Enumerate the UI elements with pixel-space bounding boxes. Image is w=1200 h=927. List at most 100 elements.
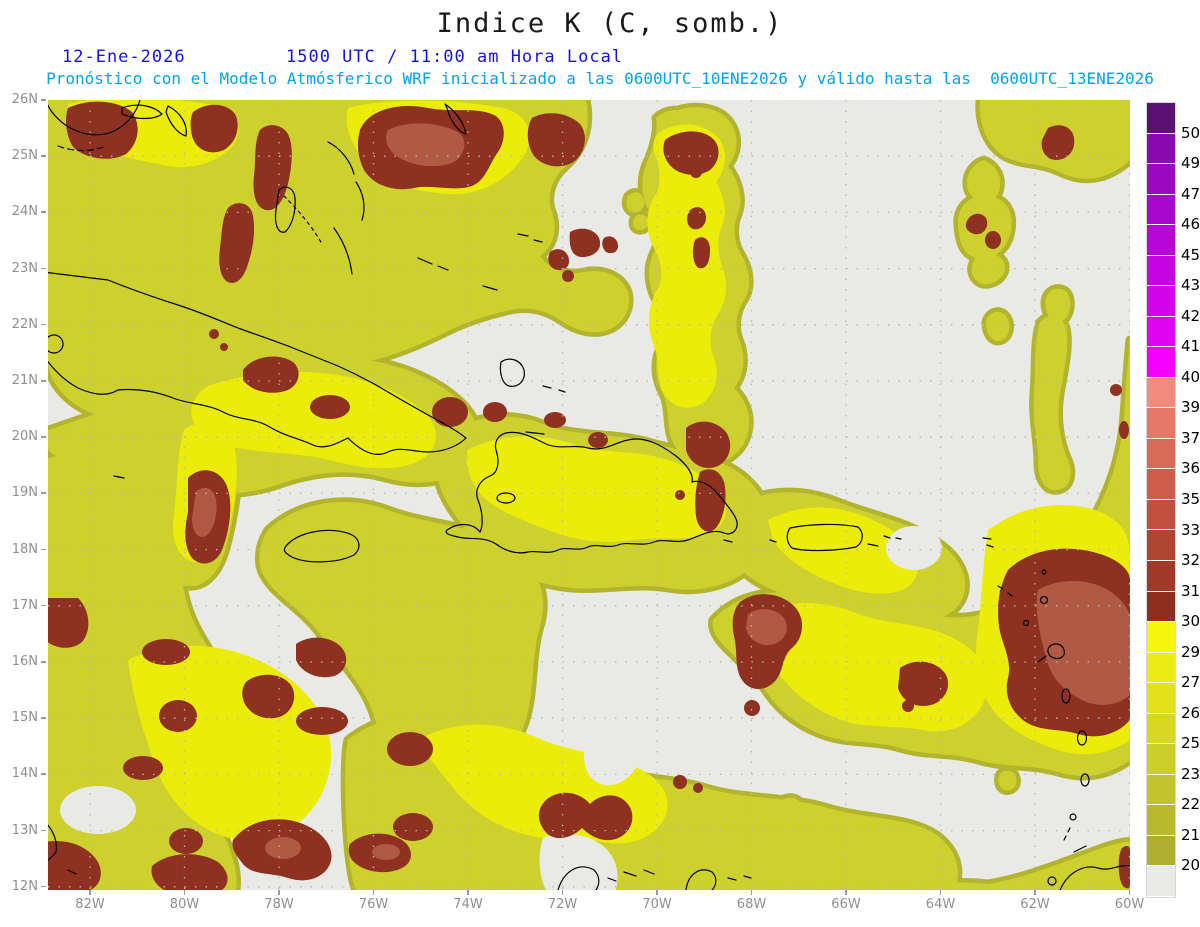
lon-axis-label: 80W <box>169 897 200 912</box>
lat-axis-label: 24N <box>11 204 38 220</box>
lat-axis-label: 25N <box>11 148 38 164</box>
colorbar-segment <box>1147 408 1175 439</box>
colorbar-value-label: 50 <box>1181 123 1200 142</box>
map-plot-area: Sisπ́ – ONAMET/REP.DOM. <box>48 100 1130 890</box>
lat-tick <box>41 548 46 551</box>
lat-axis-label: 14N <box>11 766 38 782</box>
lat-axis-label: 21N <box>11 373 38 388</box>
lat-tick <box>41 717 46 719</box>
valid-time-label: 1500 UTC / 11:00 am Hora Local <box>286 47 624 67</box>
colorbar-value-label: 42.6 <box>1181 306 1200 325</box>
colorbar-value-label: 37.8 <box>1181 428 1200 447</box>
lon-tick <box>656 890 658 895</box>
colorbar-value-label: 20 <box>1181 856 1200 875</box>
colorbar-segment <box>1147 225 1175 256</box>
colorbar-value-label: 30 <box>1181 612 1200 631</box>
colorbar-value-label: 21.3 <box>1181 825 1200 844</box>
lon-tick <box>467 890 469 895</box>
lon-axis-label: 66W <box>831 897 861 912</box>
lon-tick <box>1128 890 1131 895</box>
colorbar-segment <box>1147 713 1175 745</box>
colorbar-segment <box>1147 560 1175 592</box>
weather-map-page: Indice K (C, somb.) 12-Ene-2026 1500 UTC… <box>0 0 1200 927</box>
colorbar-segment <box>1147 103 1175 134</box>
lat-tick <box>41 380 46 382</box>
colorbar-segment <box>1147 805 1175 836</box>
colorbar-segment <box>1147 164 1175 195</box>
lon-axis-label: 64W <box>925 897 956 912</box>
lon-tick <box>372 890 375 895</box>
colorbar-segment <box>1147 469 1175 500</box>
colorbar-segment <box>1147 622 1175 653</box>
colorbar-value-label: 32.6 <box>1181 551 1200 570</box>
colorbar-value-label: 26.5 <box>1181 703 1200 722</box>
lat-axis-label: 15N <box>11 710 38 726</box>
colorbar-value-label: 27.8 <box>1181 673 1200 692</box>
colorbar-value-label: 31.3 <box>1181 581 1200 600</box>
lon-tick <box>750 890 753 895</box>
lon-tick <box>1034 890 1036 895</box>
lat-tick <box>41 492 46 494</box>
lon-axis-label: 70W <box>642 897 672 912</box>
lat-tick <box>41 267 46 270</box>
lat-tick <box>41 99 46 101</box>
lat-axis-label: 23N <box>11 260 38 276</box>
lon-tick <box>278 890 280 895</box>
lon-axis-label: 74W <box>453 897 483 912</box>
lon-axis-label: 76W <box>358 897 389 912</box>
lat-axis-label: 20N <box>11 429 38 445</box>
colorbar-segment <box>1147 438 1175 470</box>
lat-axis-label: 12N <box>11 878 38 894</box>
lon-tick <box>939 890 942 895</box>
lon-axis-label: 60W <box>1114 897 1145 912</box>
colorbar-segment <box>1147 316 1175 348</box>
lat-tick <box>41 661 46 663</box>
colorbar-value-label: 39.1 <box>1181 398 1200 417</box>
model-forecast-line: Pronóstico con el Modelo Atmósferico WRF… <box>46 69 1154 88</box>
colorbar-value-label: 33.9 <box>1181 520 1200 539</box>
lon-axis-label: 62W <box>1020 897 1050 912</box>
colorbar-value-label: 47.8 <box>1181 184 1200 203</box>
colorbar-segment <box>1147 866 1175 897</box>
colorbar-segment <box>1147 683 1175 714</box>
lat-tick <box>41 829 46 832</box>
lat-tick <box>41 436 46 438</box>
lon-axis-label: 72W <box>547 897 578 912</box>
colorbar-segment <box>1147 652 1175 684</box>
lat-tick <box>41 211 46 213</box>
colorbar-segment <box>1147 286 1175 317</box>
colorbar-value-label: 46.5 <box>1181 215 1200 234</box>
lon-axis-label: 68W <box>736 897 767 912</box>
colorbar-segment <box>1147 133 1175 165</box>
colorbar-value-label: 22.6 <box>1181 795 1200 814</box>
colorbar-segment <box>1147 377 1175 409</box>
colorbar-segment <box>1147 591 1175 623</box>
colorbar-segment <box>1147 347 1175 378</box>
lon-axis-label: 82W <box>75 897 105 912</box>
lat-tick <box>41 604 46 607</box>
lat-axis-label: 19N <box>11 485 38 501</box>
valid-date-label: 12-Ene-2026 <box>62 47 186 67</box>
lon-axis-label: 78W <box>264 897 294 912</box>
lat-axis-label: 16N <box>11 654 38 669</box>
colorbar <box>1146 102 1176 898</box>
lon-tick <box>845 890 847 895</box>
lat-tick <box>41 323 46 326</box>
colorbar-segment <box>1147 530 1175 561</box>
lat-tick <box>41 155 46 157</box>
colorbar-segment <box>1147 744 1175 775</box>
lat-tick <box>41 773 46 775</box>
lat-axis-label: 17N <box>11 597 38 613</box>
lat-axis-label: 18N <box>11 541 38 557</box>
colorbar-value-label: 35.2 <box>1181 490 1200 508</box>
lon-tick <box>561 890 564 895</box>
lon-tick <box>89 890 91 895</box>
colorbar-segment <box>1147 774 1175 806</box>
colorbar-value-label: 49.1 <box>1181 154 1200 173</box>
colorbar-value-label: 45.2 <box>1181 245 1200 264</box>
colorbar-value-label: 23.9 <box>1181 764 1200 783</box>
lat-axis-label: 22N <box>11 316 38 332</box>
colorbar-value-label: 40 <box>1181 367 1200 386</box>
colorbar-value-label: 43.9 <box>1181 276 1200 295</box>
colorbar-value-label: 29.1 <box>1181 642 1200 661</box>
